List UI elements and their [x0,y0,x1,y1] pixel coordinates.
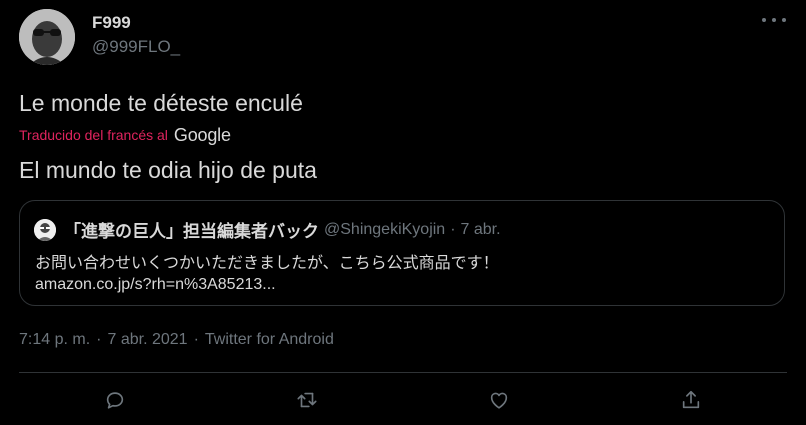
retweet-icon[interactable] [291,384,323,416]
translated-label: Traducido del francés al [19,127,168,143]
quoted-tweet[interactable]: 「進撃の巨人」担当編集者バック @ShingekiKyojin · 7 abr.… [19,200,785,306]
more-options-icon[interactable] [762,10,786,30]
quoted-link[interactable]: amazon.co.jp/s?rh=n%3A85213... [35,276,276,294]
meta-separator: · [96,331,102,348]
author-handle[interactable]: @999FLO_ [92,37,180,57]
quoted-tweet-header: 「進撃の巨人」担当編集者バック @ShingekiKyojin · 7 abr. [34,217,501,242]
tweet-date[interactable]: 7 abr. 2021 [107,331,187,349]
avatar[interactable] [19,9,75,65]
quoted-time: 7 abr. [460,220,501,238]
quoted-handle: @ShingekiKyojin [324,220,446,238]
tweet-time[interactable]: 7:14 p. m. [19,331,90,349]
quoted-display-name: 「進撃の巨人」担当編集者バック [64,222,319,241]
translated-text: El mundo te odia hijo de puta [19,157,317,183]
reply-icon[interactable] [99,384,131,416]
quoted-avatar [34,218,56,241]
google-logo: Google [173,124,231,145]
tweet-source[interactable]: Twitter for Android [205,331,334,349]
translation-attribution: Traducido del francés al Google [19,124,231,146]
tweet-meta: 7:14 p. m. · 7 abr. 2021 · Twitter for A… [19,331,334,349]
author-display-name[interactable]: F999 [92,13,131,33]
action-bar [0,384,806,416]
quoted-separator: · [450,220,456,238]
quoted-text: お問い合わせいくつかいただきましたが、こちら公式商品です！ [35,255,499,272]
share-icon[interactable] [675,384,707,416]
meta-separator: · [193,331,199,348]
avatar-image [19,9,75,65]
tweet-text: Le monde te déteste enculé [19,90,303,116]
like-icon[interactable] [483,384,515,416]
divider [19,372,787,373]
